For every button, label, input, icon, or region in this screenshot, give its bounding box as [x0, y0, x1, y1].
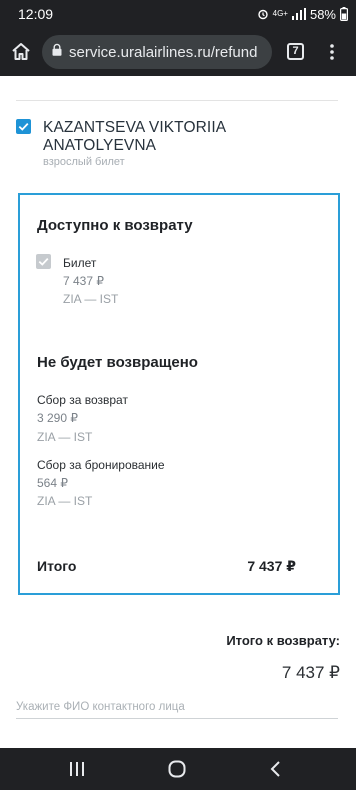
system-nav-bar — [0, 748, 356, 790]
ticket-route: ZIA — IST — [63, 292, 119, 306]
ticket-label: Билет — [63, 256, 97, 270]
battery-percent: 58% — [309, 6, 336, 22]
fee-amount: 3 290 ₽ — [37, 411, 78, 425]
signal-icon — [291, 8, 306, 20]
passenger-name: KAZANTSEVA VIKTORIIA ANATOLYEVNA — [43, 119, 226, 154]
more-vert-icon[interactable] — [322, 42, 342, 62]
passenger-checkbox[interactable] — [16, 119, 31, 134]
fee-route: ZIA — IST — [37, 430, 93, 444]
refund-breakdown-panel: Доступно к возврату Билет 7 437 ₽ ZIA — … — [18, 193, 340, 595]
tabs-icon[interactable]: 7 — [287, 43, 304, 60]
available-section-title: Доступно к возврату — [37, 217, 193, 234]
check-icon — [38, 257, 49, 266]
refund-total-label: Итого к возврату: — [226, 633, 340, 648]
status-time: 12:09 — [18, 6, 54, 22]
panel-total-label: Итого — [37, 558, 77, 574]
url-text: service.uralairlines.ru/refund — [69, 43, 258, 61]
home-icon[interactable] — [8, 39, 34, 65]
contact-name-input[interactable] — [16, 696, 338, 719]
divider — [16, 100, 338, 101]
alarm-icon — [257, 8, 269, 20]
recent-apps-icon[interactable] — [66, 759, 88, 779]
status-bar: 12:09 4G+ 58% — [0, 0, 356, 28]
fee-route: ZIA — IST — [37, 494, 93, 508]
panel-total-value: 7 437 ₽ — [247, 558, 296, 574]
browser-toolbar: service.uralairlines.ru/refund 7 — [0, 28, 356, 76]
fee-amount: 564 ₽ — [37, 476, 68, 490]
passenger-ticket-type: взрослый билет — [43, 156, 125, 168]
lock-icon — [52, 43, 62, 61]
fee-label: Сбор за возврат — [37, 393, 128, 407]
nav-home-icon[interactable] — [166, 759, 188, 779]
not-refunded-section-title: Не будет возвращено — [37, 354, 198, 371]
status-icons: 4G+ 58% — [257, 5, 348, 23]
check-icon — [18, 122, 29, 131]
fee-label: Сбор за бронирование — [37, 458, 165, 472]
network-type: 4G+ — [272, 9, 288, 18]
battery-icon — [340, 7, 348, 21]
address-bar[interactable]: service.uralairlines.ru/refund — [42, 35, 272, 69]
nav-back-icon[interactable] — [265, 759, 287, 779]
refund-total-value: 7 437 ₽ — [281, 663, 340, 682]
ticket-amount: 7 437 ₽ — [63, 274, 104, 288]
ticket-checkbox[interactable] — [36, 254, 51, 269]
